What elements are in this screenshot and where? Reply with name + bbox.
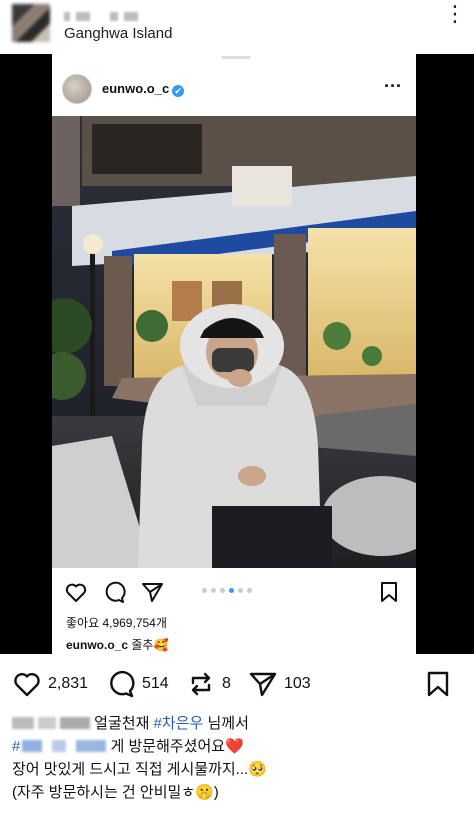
caption-text: 장어 맛있게 드시고 직접 게시물까지... xyxy=(12,761,249,778)
hashtag-link[interactable]: #차은우 xyxy=(154,715,204,732)
redacted-text xyxy=(76,740,107,752)
share-count: 103 xyxy=(284,675,311,692)
comment-icon xyxy=(110,670,135,698)
post-media[interactable]: eunwo.o_c ✔ ··· 좋아요 4,969,754개 eunwo.o_c… xyxy=(0,54,474,654)
ig-likes-count: 좋아요 4,969,754개 xyxy=(66,616,167,630)
author-name-redacted[interactable] xyxy=(64,12,164,22)
carousel-dot xyxy=(202,588,207,593)
author-avatar[interactable] xyxy=(12,4,50,42)
bookmark-icon xyxy=(427,671,449,697)
carousel-dot xyxy=(238,588,243,593)
comment-button[interactable]: 514 xyxy=(106,670,169,698)
ig-caption-user: eunwo.o_c xyxy=(66,638,129,652)
caption-text: 님께서 xyxy=(203,715,249,732)
redacted-text xyxy=(60,717,90,729)
carousel-dot xyxy=(211,588,216,593)
drag-handle xyxy=(222,56,250,59)
heart-emoji: ❤️ xyxy=(225,738,244,755)
caption-line-2: # 게 방문해주셨어요❤️ xyxy=(12,735,462,758)
carousel-dot-active xyxy=(229,588,234,593)
repost-button[interactable]: 8 xyxy=(186,670,231,698)
post-location[interactable]: Ganghwa Island xyxy=(64,25,172,42)
verified-badge-icon: ✔ xyxy=(172,85,185,97)
ig-caption-text: 줄추 xyxy=(128,638,154,652)
caption-line-1: 얼굴천재 #차은우 님께서 xyxy=(12,712,462,735)
ig-share-icon xyxy=(142,583,163,602)
shush-emoji: 🤫 xyxy=(195,784,214,801)
repost-icon xyxy=(191,672,211,696)
send-icon xyxy=(249,672,277,697)
ig-bookmark-icon xyxy=(381,582,397,602)
hashtag-link[interactable]: # xyxy=(12,738,20,755)
post-action-bar: 2,831 514 8 103 xyxy=(0,660,474,708)
like-count: 2,831 xyxy=(48,675,89,692)
ig-avatar xyxy=(62,74,92,104)
more-vertical-icon[interactable]: ⋮ xyxy=(444,3,466,34)
ig-heart-icon xyxy=(65,583,87,602)
post-caption: 얼굴천재 #차은우 님께서 # 게 방문해주셨어요❤️ 장어 맛있게 드시고 직… xyxy=(12,712,462,804)
caption-text: ) xyxy=(213,784,219,801)
caption-line-3: 장어 맛있게 드시고 직접 게시물까지...🥺 xyxy=(12,758,462,781)
ig-caption: eunwo.o_c 줄추🥰 xyxy=(66,636,168,653)
embedded-instagram-post: eunwo.o_c ✔ ··· 좋아요 4,969,754개 eunwo.o_c… xyxy=(52,54,416,654)
more-horizontal-icon: ··· xyxy=(384,76,402,96)
ig-username-text: eunwo.o_c xyxy=(102,81,170,96)
repost-count: 8 xyxy=(222,675,231,692)
caption-text: 얼굴천재 xyxy=(90,715,154,732)
redacted-text xyxy=(38,717,56,729)
redacted-text xyxy=(22,740,43,752)
caption-text: 게 방문해주셨어요 xyxy=(106,738,226,755)
caption-line-4: (자주 방문하시는 건 안비밀ㅎ🤫) xyxy=(12,781,462,804)
carousel-dot xyxy=(220,588,225,593)
post-header: Ganghwa Island ⋮ xyxy=(0,0,474,56)
ig-username: eunwo.o_c ✔ xyxy=(102,81,185,97)
like-button[interactable]: 2,831 xyxy=(12,670,88,698)
redacted-text xyxy=(12,717,34,729)
post-photo xyxy=(52,116,416,568)
ig-comment-icon xyxy=(105,581,126,603)
caption-text: (자주 방문하시는 건 안비밀ㅎ xyxy=(12,784,196,801)
heart-icon xyxy=(14,673,40,697)
save-button[interactable] xyxy=(424,670,452,698)
redacted-text xyxy=(52,740,67,752)
photo-scene xyxy=(52,116,416,568)
share-button[interactable]: 103 xyxy=(248,670,311,698)
carousel-dot xyxy=(247,588,252,593)
carousel-dots xyxy=(202,588,252,593)
comment-count: 514 xyxy=(142,675,169,692)
ig-caption-emoji: 🥰 xyxy=(153,638,169,652)
pleading-emoji: 🥺 xyxy=(248,761,267,778)
